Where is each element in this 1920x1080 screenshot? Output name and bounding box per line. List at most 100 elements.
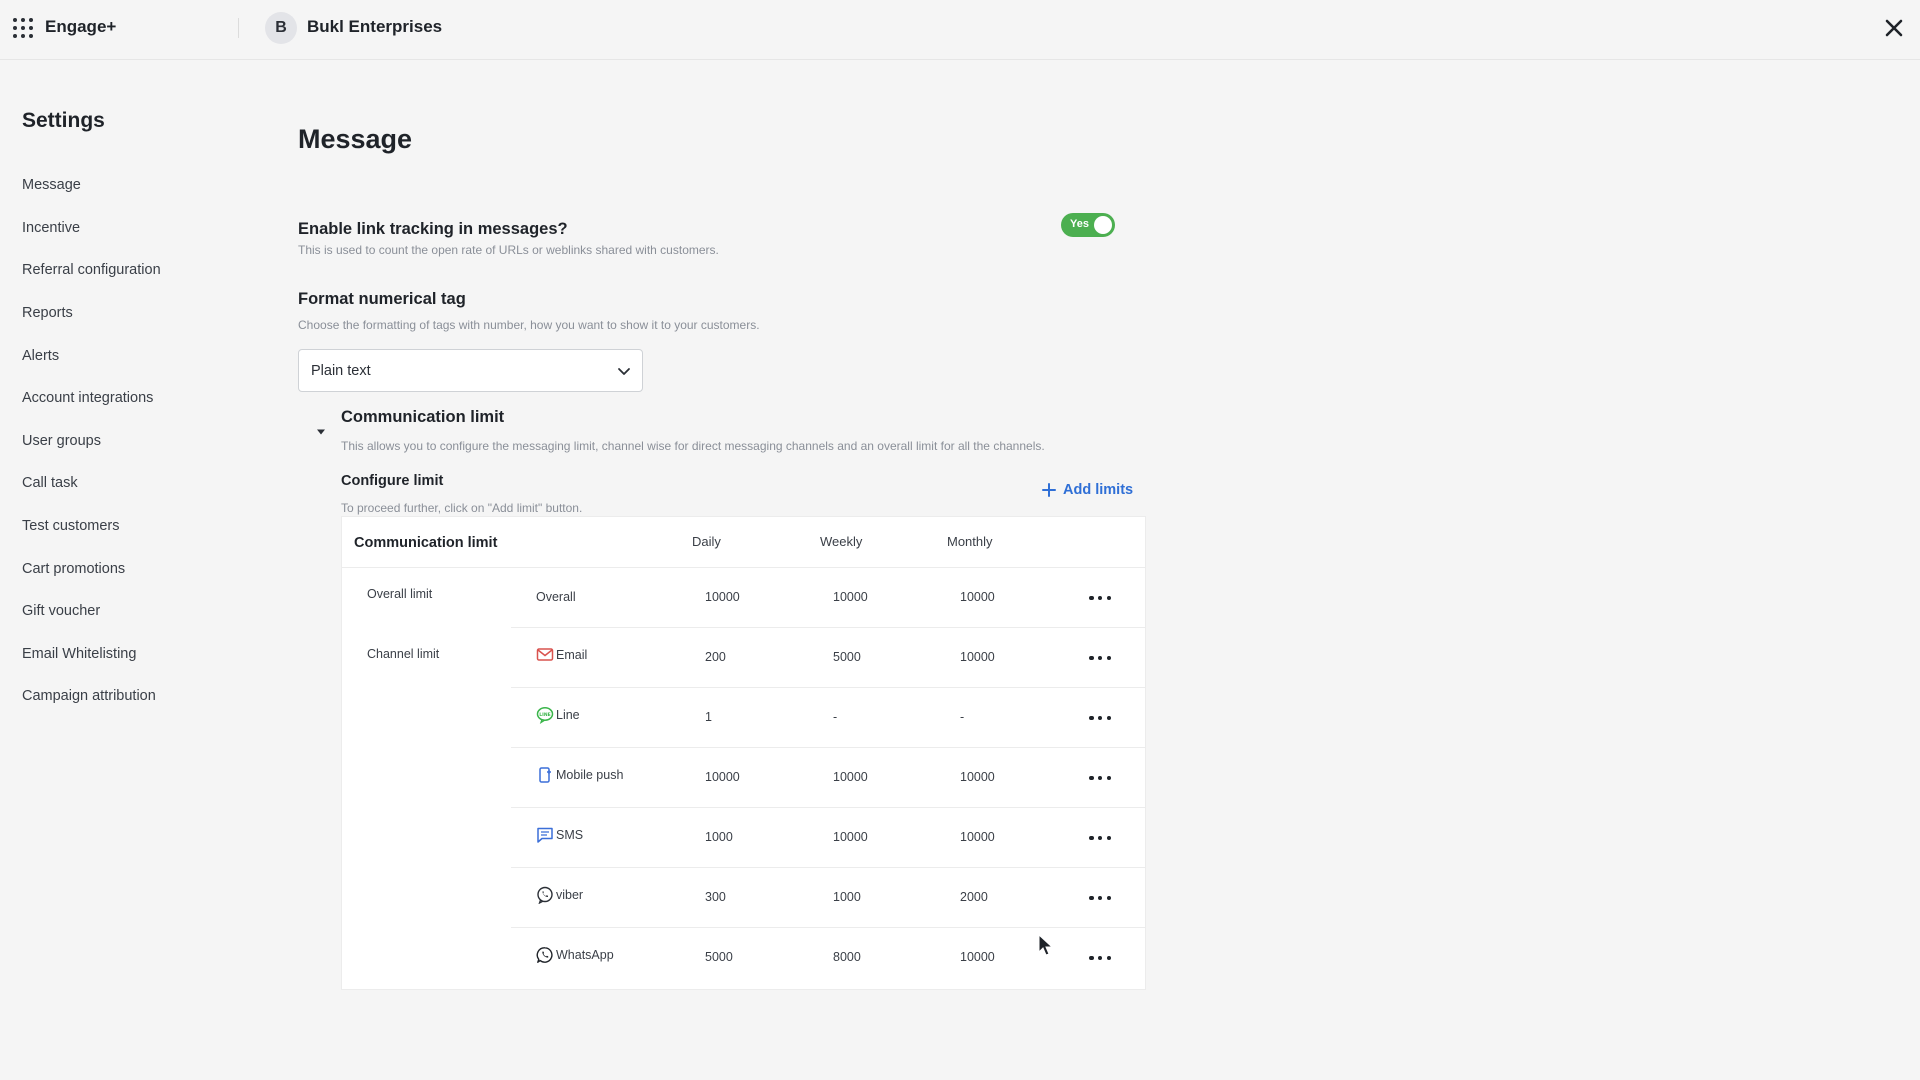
sidebar-item-user-groups[interactable]: User groups xyxy=(22,420,242,463)
channel-label: Mobile push xyxy=(556,768,624,782)
comm-limit-title: Communication limit xyxy=(341,408,505,426)
monthly-value: 10000 xyxy=(960,590,995,604)
channel-label: Overall xyxy=(536,590,576,604)
org-name[interactable]: Bukl Enterprises xyxy=(307,17,442,37)
add-limits-label: Add limits xyxy=(1063,482,1134,498)
sidebar-nav: Message Incentive Referral configuration… xyxy=(22,164,242,718)
overall-limit-label: Overall limit xyxy=(367,587,433,601)
line-icon: LINE xyxy=(536,707,554,724)
format-tag-description: Choose the formatting of tags with numbe… xyxy=(298,318,760,332)
mouse-cursor-icon xyxy=(1038,934,1054,956)
daily-value: 5000 xyxy=(705,950,733,964)
format-tag-selected-value: Plain text xyxy=(311,363,371,379)
whatsapp-icon xyxy=(536,947,553,963)
table-header-daily: Daily xyxy=(692,534,721,549)
email-icon xyxy=(536,648,554,661)
weekly-value: 8000 xyxy=(833,950,861,964)
channel-name: SMS xyxy=(536,826,583,844)
sms-icon xyxy=(537,827,553,843)
communication-limit-table: Communication limit Daily Weekly Monthly… xyxy=(341,516,1146,990)
sidebar-item-campaign-attribution[interactable]: Campaign attribution xyxy=(22,675,242,718)
sidebar-item-referral-configuration[interactable]: Referral configuration xyxy=(22,249,242,292)
link-tracking-title: Enable link tracking in messages? xyxy=(298,220,568,238)
sidebar-title: Settings xyxy=(22,109,105,132)
weekly-value: 10000 xyxy=(833,770,868,784)
channel-name: Email xyxy=(536,646,587,664)
weekly-value: 5000 xyxy=(833,650,861,664)
channel-label: SMS xyxy=(556,828,584,842)
apps-grid-icon[interactable] xyxy=(12,17,34,39)
daily-value: 200 xyxy=(705,650,726,664)
channel-name: WhatsApp xyxy=(536,946,614,964)
channel-name: Overall xyxy=(536,590,576,604)
sidebar-item-cart-promotions[interactable]: Cart promotions xyxy=(22,547,242,590)
chevron-down-icon xyxy=(618,368,630,375)
sidebar-item-reports[interactable]: Reports xyxy=(22,292,242,335)
daily-value: 1 xyxy=(705,710,712,724)
channel-limit-label: Channel limit xyxy=(367,647,440,661)
svg-text:LINE: LINE xyxy=(539,712,550,718)
more-options-icon[interactable] xyxy=(1088,888,1112,908)
sidebar-item-test-customers[interactable]: Test customers xyxy=(22,505,242,548)
sidebar-item-account-integrations[interactable]: Account integrations xyxy=(22,377,242,420)
table-row: LINE Line 1 - - xyxy=(511,688,1146,748)
monthly-value: 2000 xyxy=(960,890,988,904)
sidebar-item-message[interactable]: Message xyxy=(22,164,242,207)
daily-value: 10000 xyxy=(705,770,740,784)
weekly-value: - xyxy=(833,710,838,724)
link-tracking-toggle[interactable]: Yes xyxy=(1061,213,1115,237)
sidebar-item-alerts[interactable]: Alerts xyxy=(22,334,242,377)
more-options-icon[interactable] xyxy=(1088,948,1112,968)
table-row: Mobile push 10000 10000 10000 xyxy=(511,748,1146,808)
plus-icon xyxy=(1042,483,1056,497)
format-tag-select[interactable]: Plain text xyxy=(298,349,643,392)
weekly-value: 10000 xyxy=(833,590,868,604)
more-options-icon[interactable] xyxy=(1088,828,1112,848)
comm-limit-description: This allows you to configure the messagi… xyxy=(341,439,1045,453)
channel-name: LINE Line xyxy=(536,706,580,724)
monthly-value: 10000 xyxy=(960,950,995,964)
app-name: Engage+ xyxy=(45,17,117,36)
top-bar: Engage+ B Bukl Enterprises xyxy=(0,0,1920,60)
more-options-icon[interactable] xyxy=(1088,708,1112,728)
format-tag-title: Format numerical tag xyxy=(298,290,466,308)
table-header-communication-limit: Communication limit xyxy=(354,535,498,551)
sidebar-item-incentive[interactable]: Incentive xyxy=(22,207,242,250)
sidebar-item-gift-voucher[interactable]: Gift voucher xyxy=(22,590,242,633)
table-header-weekly: Weekly xyxy=(820,534,863,549)
top-divider xyxy=(238,18,239,38)
add-limits-button[interactable]: Add limits xyxy=(1041,482,1133,498)
daily-value: 1000 xyxy=(705,830,733,844)
monthly-value: 10000 xyxy=(960,770,995,784)
more-options-icon[interactable] xyxy=(1088,648,1112,668)
toggle-label: Yes xyxy=(1070,218,1089,230)
channel-label: WhatsApp xyxy=(556,948,614,962)
configure-limit-description: To proceed further, click on "Add limit"… xyxy=(341,501,583,515)
channel-label: Email xyxy=(556,648,588,662)
monthly-value: - xyxy=(960,710,965,724)
org-avatar[interactable]: B xyxy=(265,12,297,44)
viber-icon xyxy=(537,886,553,904)
toggle-knob xyxy=(1094,216,1112,234)
channel-label: viber xyxy=(556,888,584,902)
page-title: Message xyxy=(298,124,413,154)
collapse-caret-icon[interactable] xyxy=(316,428,326,436)
table-row: viber 300 1000 2000 xyxy=(511,868,1146,928)
link-tracking-description: This is used to count the open rate of U… xyxy=(298,243,719,257)
daily-value: 300 xyxy=(705,890,726,904)
monthly-value: 10000 xyxy=(960,830,995,844)
daily-value: 10000 xyxy=(705,590,740,604)
more-options-icon[interactable] xyxy=(1088,768,1112,788)
sidebar-item-call-task[interactable]: Call task xyxy=(22,462,242,505)
weekly-value: 10000 xyxy=(833,830,868,844)
table-header-monthly: Monthly xyxy=(947,534,993,549)
more-options-icon[interactable] xyxy=(1088,588,1112,608)
mobile-push-icon xyxy=(539,767,551,783)
close-icon[interactable] xyxy=(1882,16,1906,40)
channel-label: Line xyxy=(556,708,580,722)
sidebar-item-email-whitelisting[interactable]: Email Whitelisting xyxy=(22,633,242,676)
channel-name: viber xyxy=(536,886,583,904)
table-row: SMS 1000 10000 10000 xyxy=(511,808,1146,868)
monthly-value: 10000 xyxy=(960,650,995,664)
configure-limit-title: Configure limit xyxy=(341,473,444,489)
